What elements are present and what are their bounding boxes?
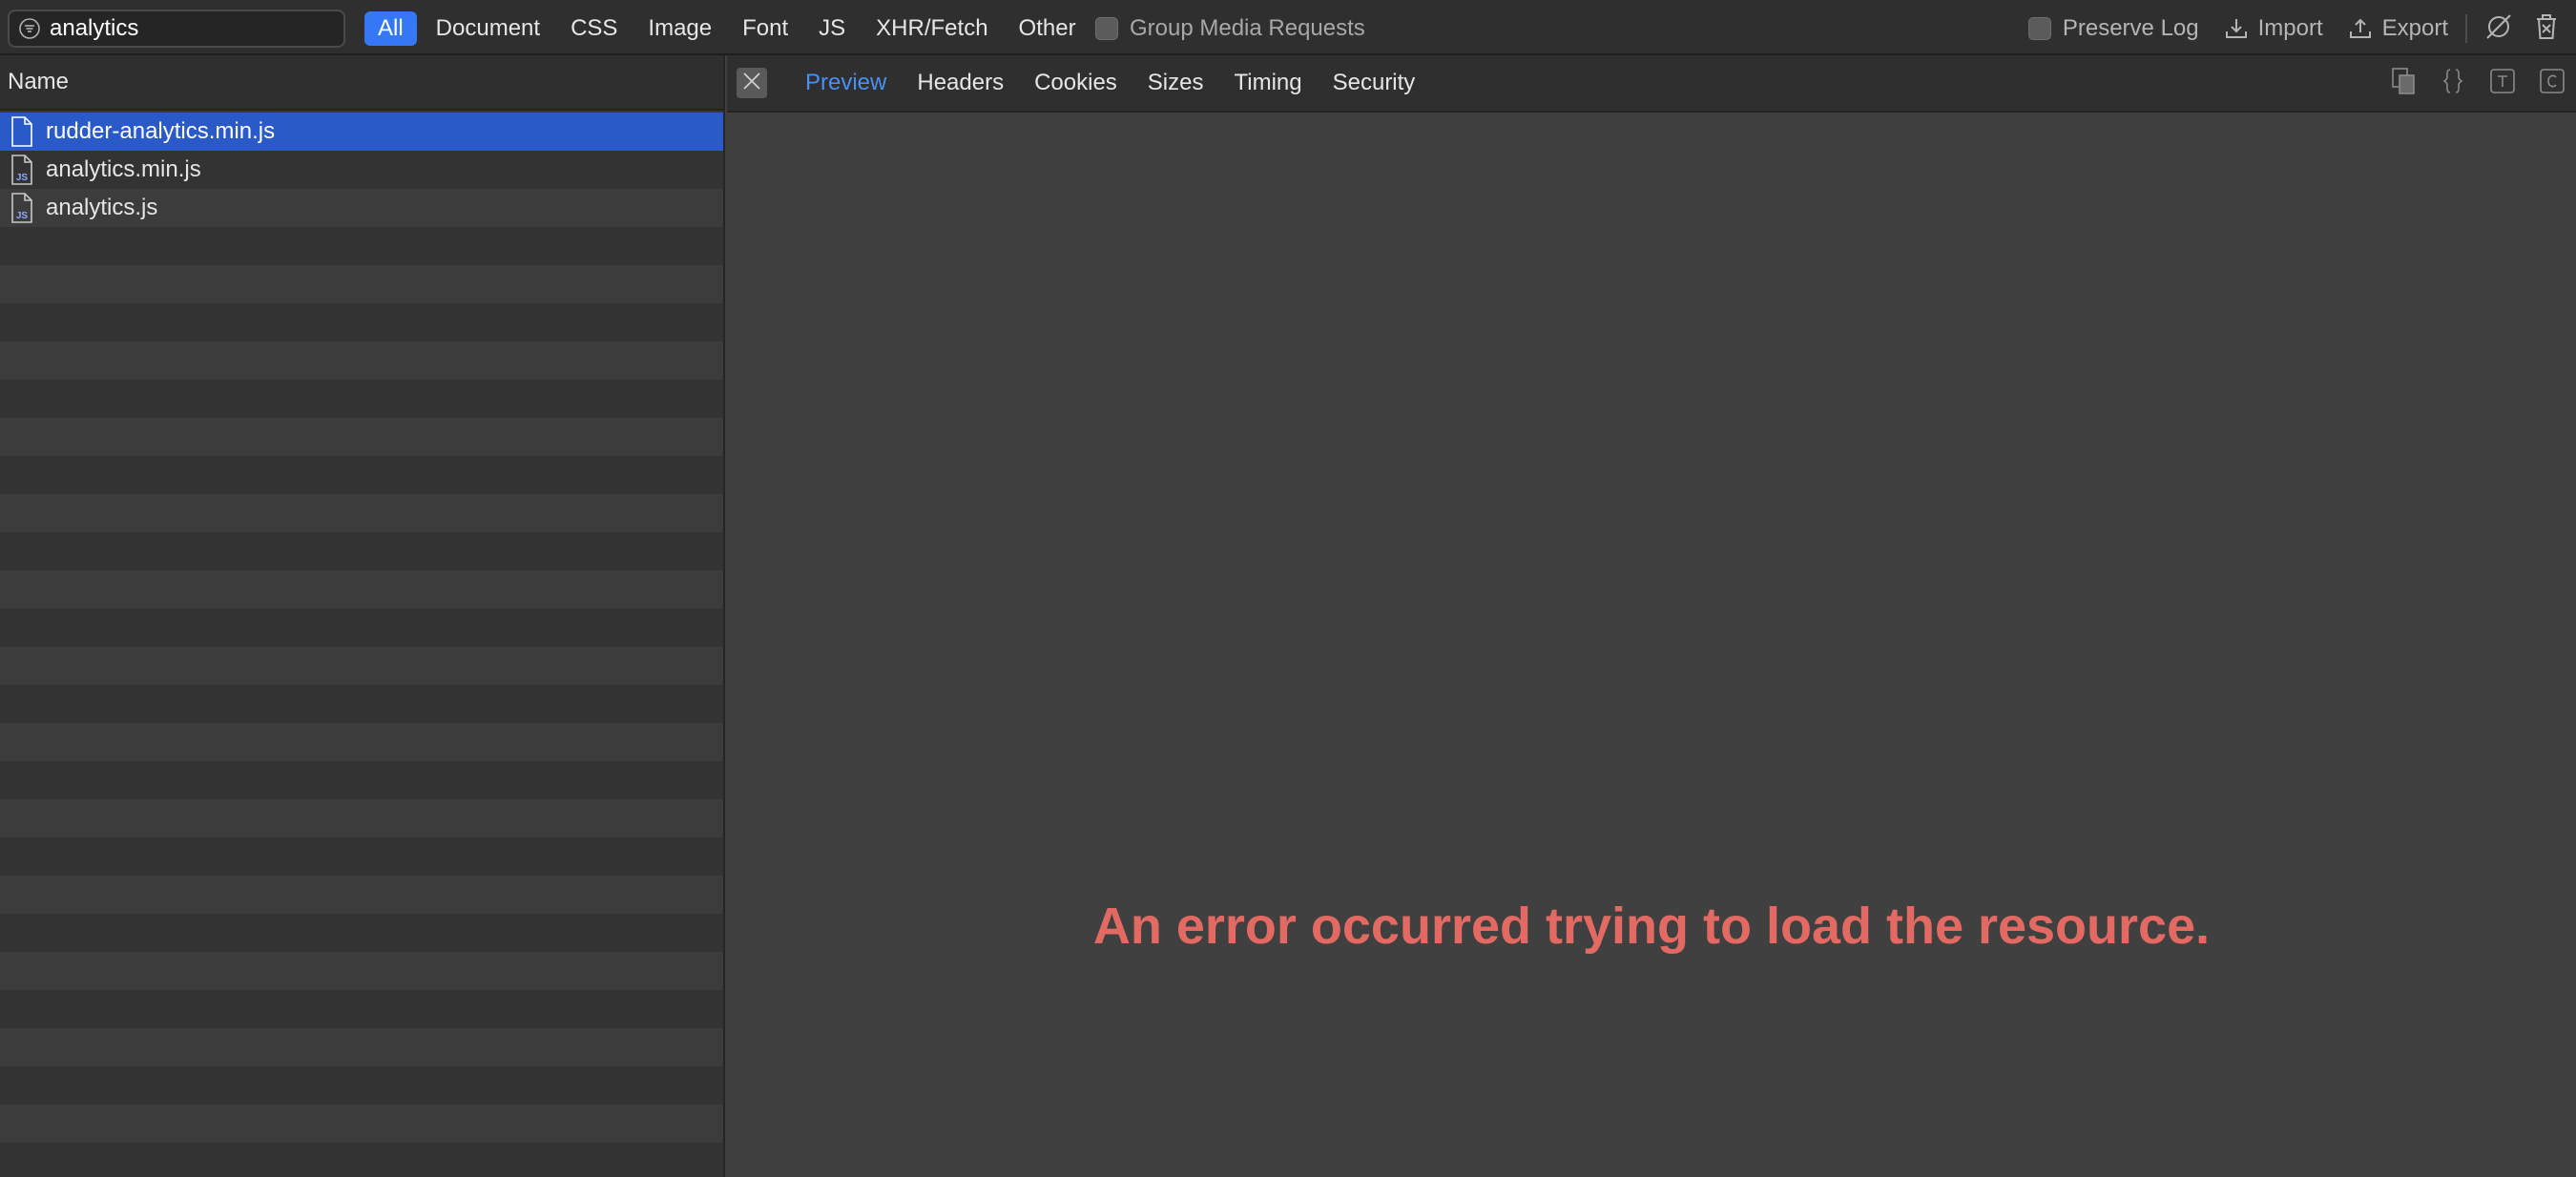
tab-preview[interactable]: Preview — [805, 70, 886, 96]
clear-network-items-button[interactable] — [2530, 12, 2563, 45]
tab-headers[interactable]: Headers — [917, 70, 1004, 96]
group-media-requests-toggle[interactable]: Group Media Requests — [1095, 10, 1365, 48]
type-filter-js[interactable]: JS — [807, 11, 857, 46]
export-icon — [2348, 16, 2373, 41]
import-label: Import — [2257, 15, 2323, 41]
import-button[interactable]: Import — [2224, 15, 2323, 42]
js-file-icon: JS — [8, 192, 36, 224]
type-filter-document[interactable]: Document — [425, 11, 551, 46]
export-button[interactable]: Export — [2348, 15, 2448, 42]
resource-name: rudder-analytics.min.js — [46, 118, 276, 144]
js-file-icon: JS — [8, 154, 36, 186]
type-filter-image[interactable]: Image — [636, 11, 723, 46]
resource-type-filters: All Document CSS Image Font JS XHR/Fetch… — [364, 10, 1095, 48]
tab-timing[interactable]: Timing — [1234, 70, 1301, 96]
svg-text:JS: JS — [16, 173, 29, 183]
toolbar-divider — [2465, 14, 2467, 43]
svg-text:JS: JS — [16, 211, 29, 221]
type-filter-css[interactable]: CSS — [559, 11, 629, 46]
export-label: Export — [2381, 15, 2448, 41]
name-column-label: Name — [8, 69, 70, 94]
group-media-checkbox[interactable] — [1095, 17, 1118, 40]
resource-name: analytics.js — [46, 195, 158, 220]
preserve-log-checkbox[interactable] — [2027, 17, 2051, 40]
trash-icon — [2533, 12, 2560, 46]
resource-detail-tabbar: Preview Headers Cookies Sizes Timing Sec… — [727, 55, 2576, 113]
copy-button[interactable] — [2389, 67, 2418, 100]
copy-icon — [2391, 67, 2416, 100]
document-icon — [8, 115, 36, 148]
preserve-log-toggle[interactable]: Preserve Log — [2027, 15, 2199, 42]
filter-bar: All Document CSS Image Font JS XHR/Fetch… — [0, 0, 2576, 55]
code-view-button[interactable] — [2538, 68, 2566, 98]
tab-security[interactable]: Security — [1333, 70, 1416, 96]
resource-row[interactable]: JS analytics.js — [0, 189, 723, 227]
preview-content: An error occurred trying to load the res… — [727, 113, 2576, 1177]
close-icon — [741, 71, 762, 96]
letter-c-icon — [2539, 68, 2566, 99]
slashed-circle-icon — [2484, 12, 2513, 46]
import-icon — [2224, 16, 2249, 41]
resource-list-pane: Name rudder-analytics.min.js JS analytic… — [0, 55, 725, 1177]
resource-name: analytics.min.js — [46, 156, 201, 182]
filter-icon — [17, 16, 42, 41]
pretty-print-button[interactable] — [2439, 68, 2467, 98]
group-media-label: Group Media Requests — [1130, 15, 1365, 41]
disable-caching-button[interactable] — [2483, 12, 2515, 45]
resource-list: rudder-analytics.min.js JS analytics.min… — [0, 113, 723, 1177]
filter-search-input[interactable] — [50, 15, 336, 42]
tab-sizes[interactable]: Sizes — [1148, 70, 1204, 96]
text-view-button[interactable] — [2488, 68, 2517, 98]
preview-mode-buttons — [2368, 67, 2566, 100]
type-filter-xhr-fetch[interactable]: XHR/Fetch — [864, 11, 999, 46]
preserve-log-label: Preserve Log — [2062, 15, 2199, 41]
close-detail-button[interactable] — [737, 68, 767, 98]
type-filter-all[interactable]: All — [364, 11, 417, 46]
resource-row[interactable]: JS analytics.min.js — [0, 151, 723, 189]
text-t-icon — [2489, 68, 2516, 99]
load-error-message: An error occurred trying to load the res… — [1092, 898, 2211, 955]
tab-cookies[interactable]: Cookies — [1034, 70, 1117, 96]
curly-braces-icon — [2441, 67, 2464, 100]
resource-row[interactable]: rudder-analytics.min.js — [0, 113, 723, 151]
type-filter-other[interactable]: Other — [1008, 11, 1088, 46]
type-filter-font[interactable]: Font — [731, 11, 800, 46]
network-toolbar-actions: Preserve Log Import Export — [2004, 10, 2563, 48]
name-column-header[interactable]: Name — [0, 55, 723, 111]
filter-search-box[interactable] — [8, 10, 345, 48]
